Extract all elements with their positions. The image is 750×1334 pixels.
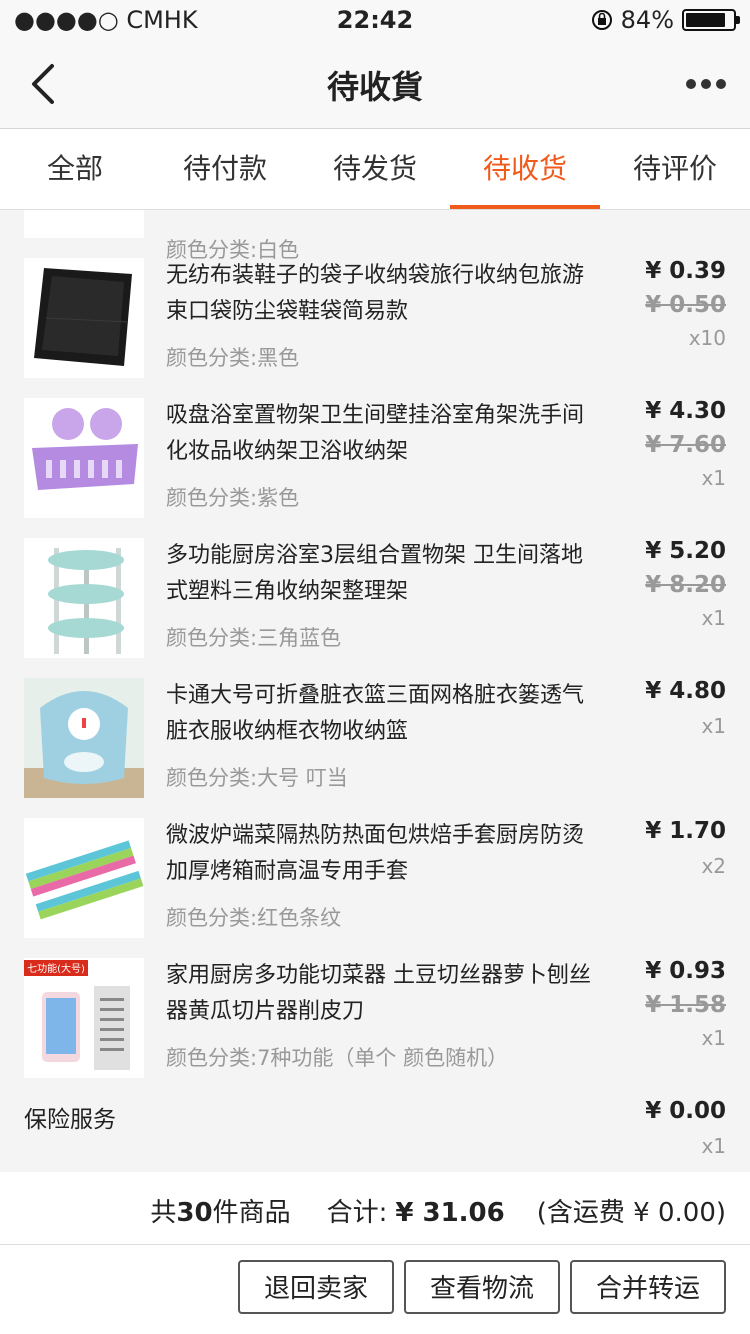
product-spec: 颜色分类:紫色 [166, 486, 300, 510]
product-name: 吸盘浴室置物架卫生间壁挂浴室角架洗手间化妆品收纳架卫浴收纳架 [166, 403, 585, 464]
tab-to-pay[interactable]: 待付款 [150, 129, 300, 209]
item-count: 共30件商品 [150, 1198, 291, 1228]
product-price: ¥ 0.39 [645, 258, 726, 284]
shipping-note: (含运费 ¥ 0.00) [536, 1198, 726, 1228]
list-item[interactable]: 卡通大号可折叠脏衣篮三面网格脏衣篓透气脏衣服收纳框衣物收纳篮 颜色分类:大号 叮… [0, 678, 750, 818]
tab-all[interactable]: 全部 [0, 129, 150, 209]
product-name: 多功能厨房浴室3层组合置物架 卫生间落地式塑料三角收纳架整理架 [166, 543, 583, 604]
product-thumbnail: 七功能(大号) [24, 958, 144, 1078]
product-spec: 颜色分类:大号 叮当 [166, 766, 348, 790]
product-name: 家用厨房多功能切菜器 土豆切丝器萝卜刨丝器黄瓜切片器削皮刀 [166, 963, 591, 1024]
product-spec: 颜色分类:红色条纹 [166, 906, 342, 930]
product-thumbnail [24, 538, 144, 658]
list-item[interactable]: 吸盘浴室置物架卫生间壁挂浴室角架洗手间化妆品收纳架卫浴收纳架 颜色分类:紫色 ¥… [0, 398, 750, 538]
product-thumbnail [24, 398, 144, 518]
product-quantity: x2 [701, 854, 726, 878]
tab-to-receive[interactable]: 待收货 [450, 129, 600, 209]
original-price: ¥ 0.50 [645, 292, 726, 318]
view-logistics-button[interactable]: 查看物流 [404, 1260, 560, 1314]
product-thumbnail [24, 818, 144, 938]
insurance-quantity: x1 [701, 1134, 726, 1158]
tab-to-ship[interactable]: 待发货 [300, 129, 450, 209]
product-price: ¥ 4.80 [645, 678, 726, 704]
product-quantity: x10 [688, 326, 726, 350]
page-title: 待收貨 [326, 68, 423, 106]
return-to-seller-button[interactable]: 退回卖家 [238, 1260, 394, 1314]
merge-forwarding-button[interactable]: 合并转运 [570, 1260, 726, 1314]
product-price: ¥ 1.70 [645, 818, 726, 844]
list-item[interactable]: 无纺布装鞋子的袋子收纳袋旅行收纳包旅游束口袋防尘袋鞋袋简易款 颜色分类:黑色 ¥… [0, 258, 750, 398]
list-item[interactable]: 微波炉端菜隔热防热面包烘焙手套厨房防烫加厚烤箱耐高温专用手套 颜色分类:红色条纹… [0, 818, 750, 958]
battery-percent: 84% [620, 6, 674, 34]
order-summary: 共30件商品 合计: ¥ 31.06 (含运费 ¥ 0.00) [0, 1172, 750, 1245]
insurance-row: 保险服务 ¥ 0.00 x1 [0, 1098, 750, 1172]
product-name: 卡通大号可折叠脏衣篮三面网格脏衣篓透气脏衣服收纳框衣物收纳篮 [166, 683, 585, 744]
order-item-list: 颜色分类:白色 无纺布装鞋子的袋子收纳袋旅行收纳包旅游束口袋防尘袋鞋袋简易款 颜… [0, 210, 750, 1172]
product-spec: 颜色分类:黑色 [166, 346, 300, 370]
product-spec: 颜色分类:7种功能（单个 颜色随机） [166, 1046, 509, 1070]
battery-icon [682, 9, 740, 31]
original-price: ¥ 8.20 [645, 572, 726, 598]
product-quantity: x1 [701, 466, 726, 490]
product-thumbnail [24, 678, 144, 798]
action-bar: 退回卖家 查看物流 合并转运 [0, 1245, 750, 1334]
original-price: ¥ 7.60 [645, 432, 726, 458]
insurance-price: ¥ 0.00 [645, 1098, 726, 1124]
tab-to-review[interactable]: 待评价 [600, 129, 750, 209]
total-label: 合计: [326, 1198, 388, 1228]
rotation-lock-icon [591, 10, 612, 30]
list-item[interactable]: 多功能厨房浴室3层组合置物架 卫生间落地式塑料三角收纳架整理架 颜色分类:三角蓝… [0, 538, 750, 678]
product-quantity: x1 [701, 606, 726, 630]
list-item[interactable]: 七功能(大号) 家用厨房多功能切菜器 土豆切丝器萝卜刨丝器黄瓜切片器削皮刀 颜色… [0, 958, 750, 1098]
order-status-tabs: 全部 待付款 待发货 待收货 待评价 [0, 129, 750, 210]
battery-status: 84% [591, 6, 740, 34]
original-price: ¥ 1.58 [645, 992, 726, 1018]
insurance-label: 保险服务 [24, 1107, 116, 1133]
product-quantity: x1 [701, 714, 726, 738]
product-name: 无纺布装鞋子的袋子收纳袋旅行收纳包旅游束口袋防尘袋鞋袋简易款 [166, 263, 585, 324]
more-options-icon[interactable] [686, 70, 726, 98]
product-price: ¥ 5.20 [645, 538, 726, 564]
total-amount: ¥ 31.06 [395, 1198, 505, 1228]
product-price: ¥ 0.93 [645, 958, 726, 984]
product-name: 微波炉端菜隔热防热面包烘焙手套厨房防烫加厚烤箱耐高温专用手套 [166, 823, 585, 884]
product-quantity: x1 [701, 1026, 726, 1050]
nav-bar: 待收貨 [0, 40, 750, 129]
product-thumbnail [24, 258, 144, 378]
product-spec: 颜色分类:三角蓝色 [166, 626, 342, 650]
status-bar: ●●●●○ CMHK 22:42 84% [0, 0, 750, 40]
product-price: ¥ 4.30 [645, 398, 726, 424]
product-badge-label: 七功能(大号) [27, 962, 85, 975]
